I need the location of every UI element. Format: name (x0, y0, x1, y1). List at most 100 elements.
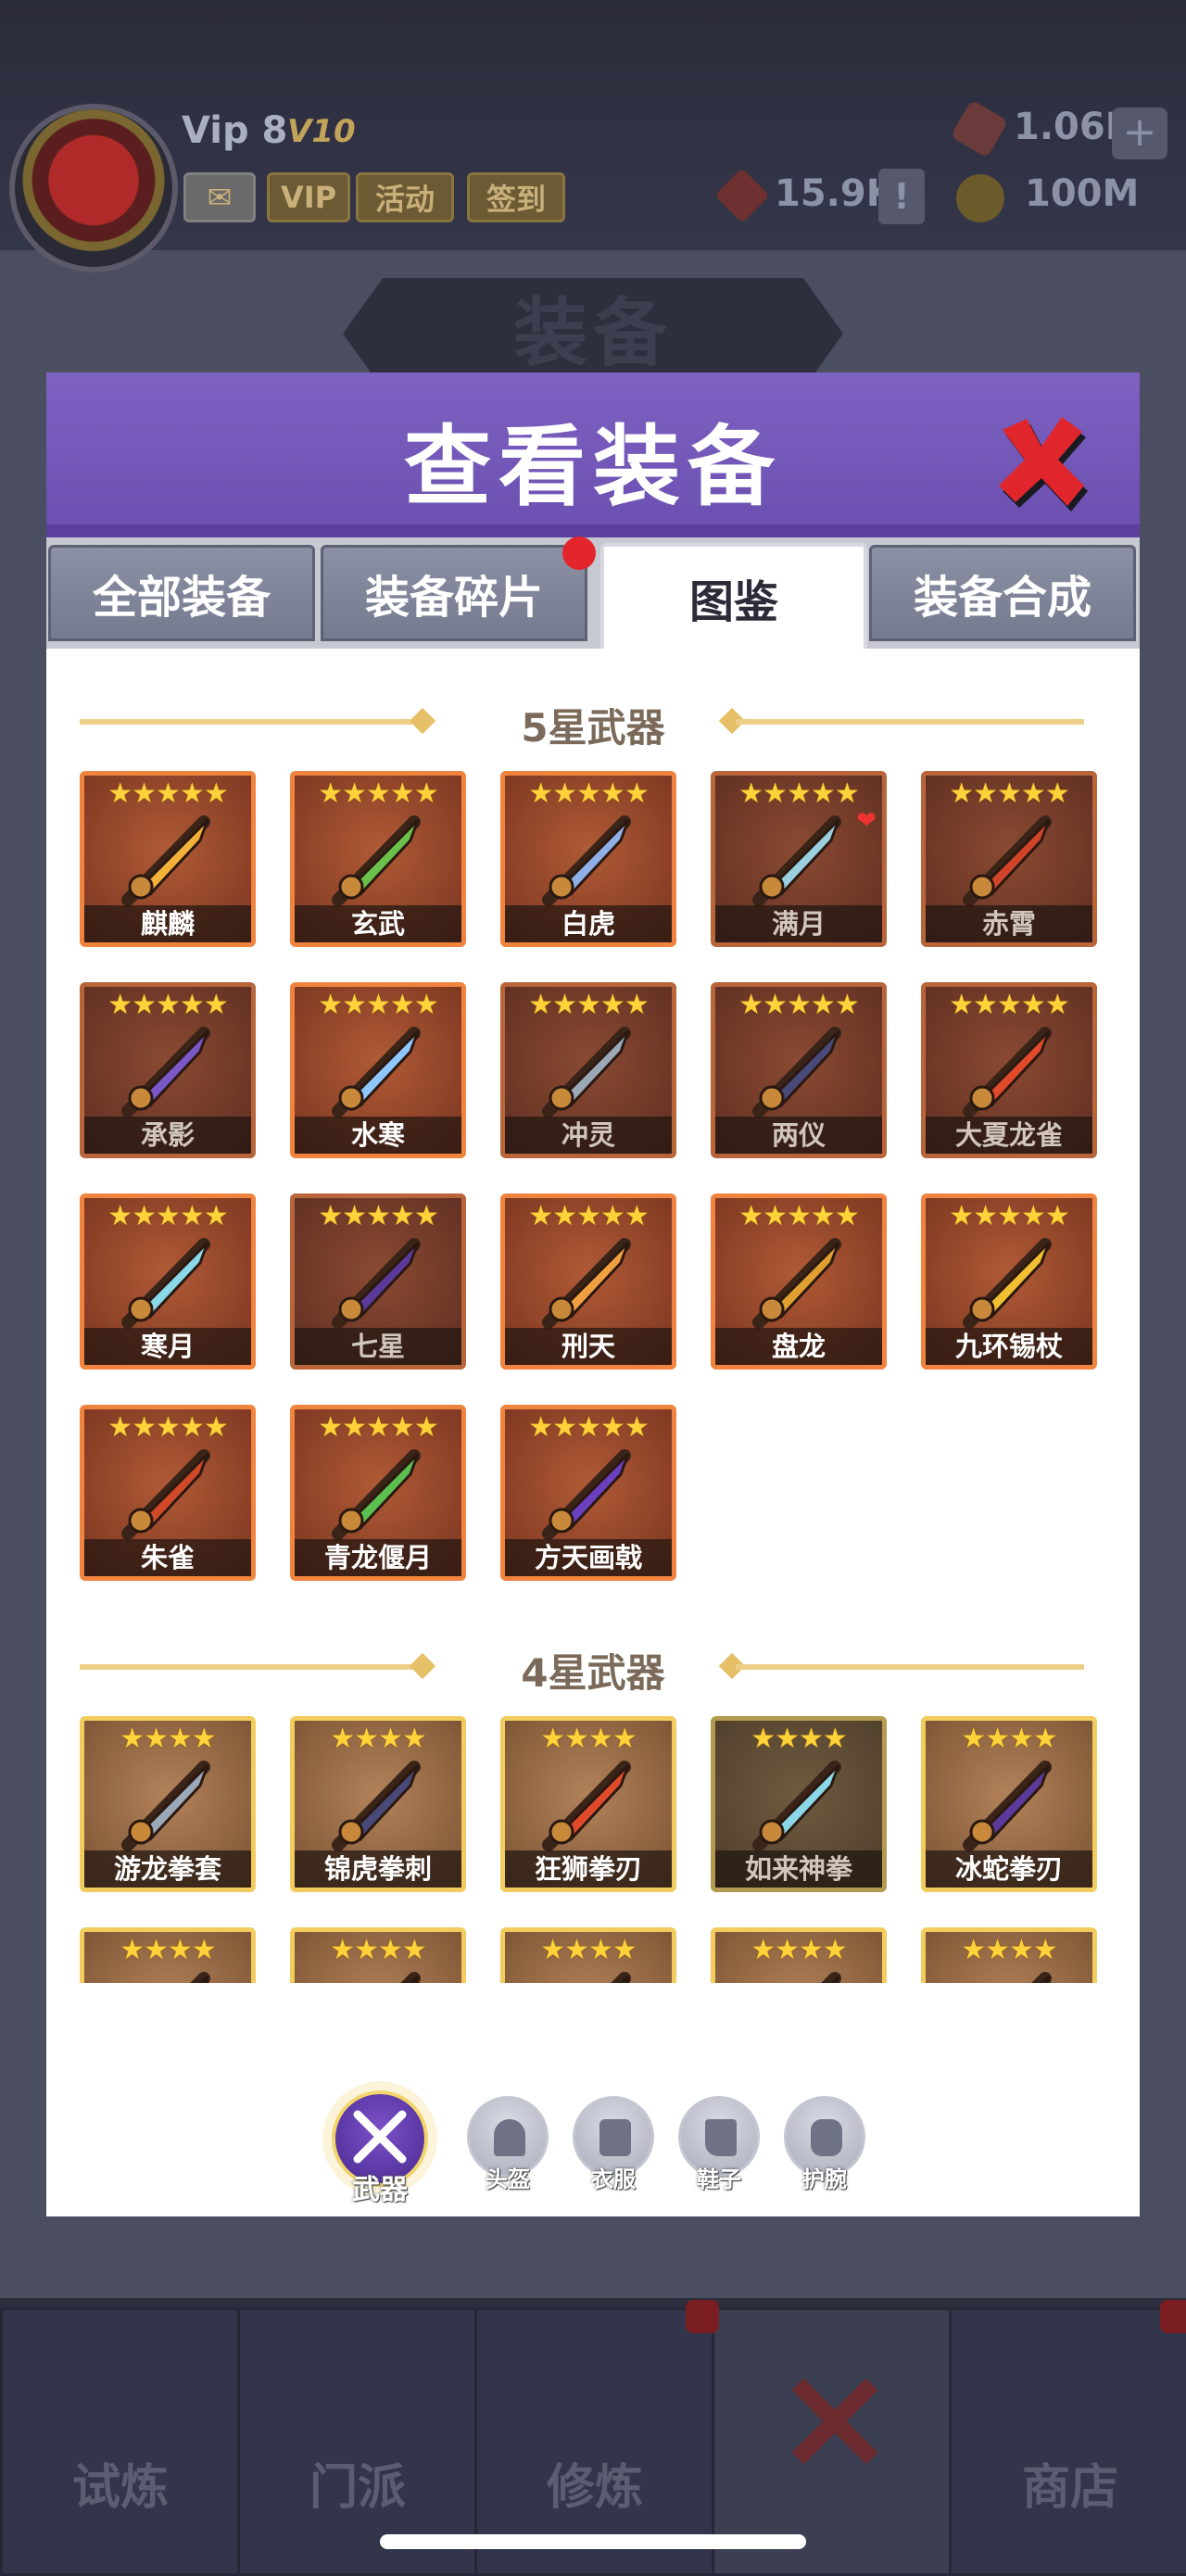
category-label: 头盔 (486, 2166, 530, 2192)
equipment-card[interactable]: ★★★★ (80, 1927, 256, 1983)
equipment-card[interactable]: ★★★★ 冰蛇拳刃 (921, 1716, 1097, 1892)
star-rating: ★★★★★ (318, 1411, 438, 1444)
tab-bar: 全部装备 装备碎片 图鉴 装备合成 (46, 537, 1140, 649)
category-label: 护腕 (802, 2166, 847, 2192)
equipment-card[interactable]: ★★★★★ 盘龙 (711, 1193, 887, 1370)
equipment-card[interactable]: ★★★★★ 七星 (290, 1193, 466, 1370)
equipment-card[interactable]: ★★★★★ 水寒 (290, 982, 466, 1158)
equipment-name: 玄武 (295, 905, 461, 942)
vip-badge: V10 (287, 113, 356, 150)
equipment-card[interactable]: ★★★★★ 冲灵 (500, 982, 676, 1158)
star-rating: ★★★★ (120, 1934, 217, 1966)
codex-scroll-area[interactable]: 5星武器 ★★★★★ 麒麟 ★★★★★ 玄武 ★★★★★ 白虎 ★★★★★ ❤ 满月 ★★★★★ 赤… (46, 649, 1140, 1983)
notification-badge (686, 2300, 719, 2333)
equipment-card[interactable]: ★★★★★ ❤ 满月 (711, 771, 887, 947)
gold-count: 100M (1025, 172, 1140, 215)
star-rating: ★★★★★ (949, 1200, 1069, 1232)
helmet-icon (494, 2119, 525, 2156)
equipment-name: 满月 (715, 905, 882, 942)
player-avatar[interactable] (9, 104, 178, 272)
section-header-5star: 5星武器 (46, 693, 1140, 751)
tab-equipment-fragments[interactable]: 装备碎片 (321, 537, 596, 641)
equipment-card[interactable]: ★★★★★ 白虎 (500, 771, 676, 947)
nav-label: 试炼 (71, 2460, 169, 2516)
heart-icon: ❤ (856, 807, 877, 835)
equipment-card[interactable]: ★★★★★ 两仪 (711, 982, 887, 1158)
equipment-card[interactable]: ★★★★★ 方天画戟 (500, 1405, 676, 1581)
equipment-name: 方天画戟 (505, 1539, 672, 1576)
equipment-card[interactable]: ★★★★★ 承影 (80, 982, 256, 1158)
equipment-card[interactable]: ★★★★★ 刑天 (500, 1193, 676, 1370)
equipment-card[interactable]: ★★★★★ 寒月 (80, 1193, 256, 1370)
equipment-name: 白虎 (505, 905, 672, 942)
equipment-card[interactable]: ★★★★ (500, 1927, 676, 1983)
star-rating: ★★★★ (751, 1723, 848, 1755)
equipment-card[interactable]: ★★★★★ 玄武 (290, 771, 466, 947)
section-title: 4星武器 (521, 1650, 665, 1696)
category-label: 武器 (352, 2174, 408, 2206)
nav-shop[interactable]: 商店 (949, 2307, 1186, 2576)
equipment-card[interactable]: ★★★★★ 赤霄 (921, 771, 1097, 947)
mail-icon[interactable]: ✉ (183, 172, 256, 222)
star-rating: ★★★★★ (738, 1200, 859, 1232)
equipment-name: 赤霄 (926, 905, 1092, 942)
add-gems-button[interactable]: + (1112, 107, 1167, 159)
star-rating: ★★★★ (540, 1723, 637, 1755)
star-rating: ★★★★ (961, 1723, 1058, 1755)
category-label: 鞋子 (697, 2166, 741, 2192)
star-rating: ★★★★★ (528, 1411, 649, 1444)
view-equipment-modal: 查看装备 全部装备 装备碎片 图鉴 装备合成 5星武器 ★★★★★ 麒麟 ★★★★★… (46, 373, 1140, 2216)
clothes-icon (599, 2119, 631, 2156)
equipment-name: 冰蛇拳刃 (926, 1850, 1092, 1888)
tab-equipment-synthesis[interactable]: 装备合成 (869, 545, 1136, 641)
star-rating: ★★★★ (330, 1723, 427, 1755)
section-header-4star: 4星武器 (46, 1638, 1140, 1696)
notification-dot (562, 537, 596, 570)
equipment-card[interactable]: ★★★★★ 青龙偃月 (290, 1405, 466, 1581)
equipment-name: 如来神拳 (715, 1850, 882, 1888)
equipment-card[interactable]: ★★★★ (711, 1927, 887, 1983)
modal-header: 查看装备 (46, 373, 1140, 537)
equipment-name: 九环锡杖 (926, 1328, 1092, 1365)
tab-all-equipment[interactable]: 全部装备 (48, 545, 315, 641)
equipment-name: 两仪 (715, 1117, 882, 1154)
token-info-button[interactable]: ! (878, 169, 925, 224)
category-label: 衣服 (591, 2166, 636, 2192)
star-rating: ★★★★★ (107, 1411, 228, 1444)
equipment-card[interactable]: ★★★★★ 麒麟 (80, 771, 256, 947)
equipment-card[interactable]: ★★★★★ 九环锡杖 (921, 1193, 1097, 1370)
nav-label: 商店 (1021, 2460, 1118, 2516)
nav-label: 修炼 (546, 2460, 643, 2516)
close-button[interactable] (990, 410, 1091, 511)
vip-button[interactable]: VIP (267, 172, 350, 222)
nav-trial[interactable]: 试炼 (0, 2307, 241, 2576)
star-rating: ★★★★★ (528, 989, 649, 1021)
equipment-name: 承影 (84, 1117, 251, 1154)
equipment-card[interactable]: ★★★★ 游龙拳套 (80, 1716, 256, 1892)
star-rating: ★★★★★ (318, 989, 438, 1021)
equipment-name: 刑天 (505, 1328, 672, 1365)
tab-codex[interactable]: 图鉴 (600, 543, 867, 649)
checkin-button[interactable]: 签到 (467, 172, 565, 222)
event-button[interactable]: 活动 (356, 172, 454, 222)
equipment-card[interactable]: ★★★★ (921, 1927, 1097, 1983)
equipment-card[interactable]: ★★★★ (290, 1927, 466, 1983)
equipment-name: 游龙拳套 (84, 1850, 251, 1888)
home-indicator[interactable] (380, 2534, 806, 2549)
star-rating: ★★★★★ (949, 777, 1069, 810)
token-count: 15.9K (775, 172, 895, 215)
star-rating: ★★★★★ (528, 1200, 649, 1232)
equipment-card[interactable]: ★★★★★ 朱雀 (80, 1405, 256, 1581)
star-rating: ★★★★★ (738, 777, 859, 810)
equipment-card[interactable]: ★★★★ 狂狮拳刃 (500, 1716, 676, 1892)
star-rating: ★★★★★ (318, 1200, 438, 1232)
star-rating: ★★★★★ (107, 777, 228, 810)
equipment-card[interactable]: ★★★★★ 大夏龙雀 (921, 982, 1097, 1158)
star-rating: ★★★★★ (949, 989, 1069, 1021)
divider (736, 1664, 1084, 1670)
equipment-name: 寒月 (84, 1328, 251, 1365)
bracer-icon (811, 2119, 842, 2156)
equipment-card[interactable]: ★★★★ 如来神拳 (711, 1716, 887, 1892)
equipment-card[interactable]: ★★★★ 锦虎拳刺 (290, 1716, 466, 1892)
divider (736, 719, 1084, 725)
